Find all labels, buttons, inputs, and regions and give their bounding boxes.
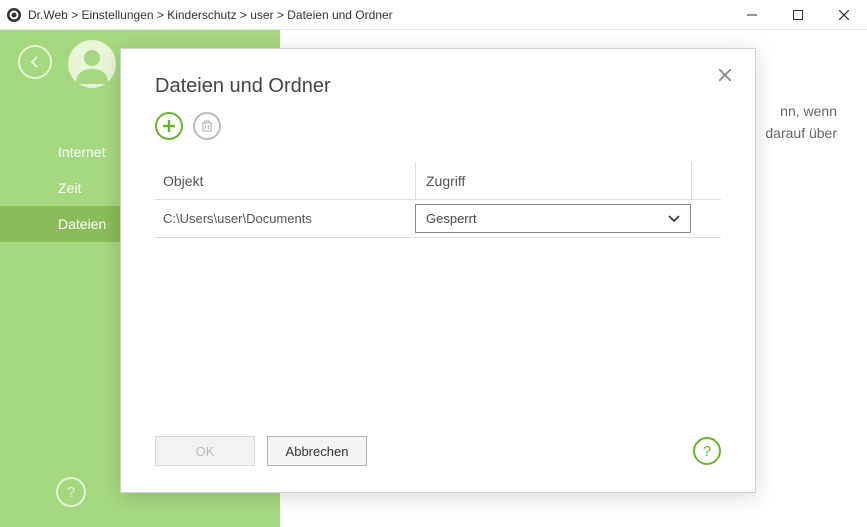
cancel-button[interactable]: Abbrechen xyxy=(267,436,367,466)
plus-icon xyxy=(162,119,176,133)
ok-button[interactable]: OK xyxy=(155,436,255,466)
titlebar: Dr.Web > Einstellungen > Kinderschutz > … xyxy=(0,0,867,30)
files-table: Objekt Zugriff C:\Users\user\Documents G… xyxy=(155,162,721,238)
table-row[interactable]: C:\Users\user\Documents Gesperrt xyxy=(155,200,721,238)
dialog-toolbar xyxy=(155,112,721,140)
dialog-footer: OK Abbrechen ? xyxy=(155,436,721,466)
titlebar-path: Dr.Web > Einstellungen > Kinderschutz > … xyxy=(28,8,729,22)
back-button[interactable] xyxy=(18,45,52,79)
background-hint: nn, wenn darauf über xyxy=(765,100,837,145)
add-button[interactable] xyxy=(155,112,183,140)
dialog-help-button[interactable]: ? xyxy=(693,437,721,465)
access-select[interactable]: Gesperrt xyxy=(415,204,691,233)
cell-object-path: C:\Users\user\Documents xyxy=(155,211,415,226)
sidebar-item-label: Internet xyxy=(58,144,105,160)
minimize-button[interactable] xyxy=(729,0,775,29)
files-folders-dialog: Dateien und Ordner Objekt Zugriff C:\Use… xyxy=(120,48,756,493)
chevron-down-icon xyxy=(668,212,680,226)
column-header-access[interactable]: Zugriff xyxy=(415,162,691,199)
dialog-title: Dateien und Ordner xyxy=(155,75,721,98)
delete-button[interactable] xyxy=(193,112,221,140)
column-header-spacer xyxy=(691,162,721,199)
access-select-value: Gesperrt xyxy=(426,211,477,226)
maximize-button[interactable] xyxy=(775,0,821,29)
sidebar-item-label: Zeit xyxy=(58,180,81,196)
help-button[interactable]: ? xyxy=(56,477,86,507)
window-controls xyxy=(729,0,867,29)
close-button[interactable] xyxy=(821,0,867,29)
table-header: Objekt Zugriff xyxy=(155,162,721,200)
dialog-close-button[interactable] xyxy=(713,63,737,87)
trash-icon xyxy=(200,119,214,133)
sidebar-item-label: Dateien xyxy=(58,216,106,232)
app-icon xyxy=(6,7,22,23)
column-header-object[interactable]: Objekt xyxy=(155,173,415,189)
avatar xyxy=(68,40,116,88)
